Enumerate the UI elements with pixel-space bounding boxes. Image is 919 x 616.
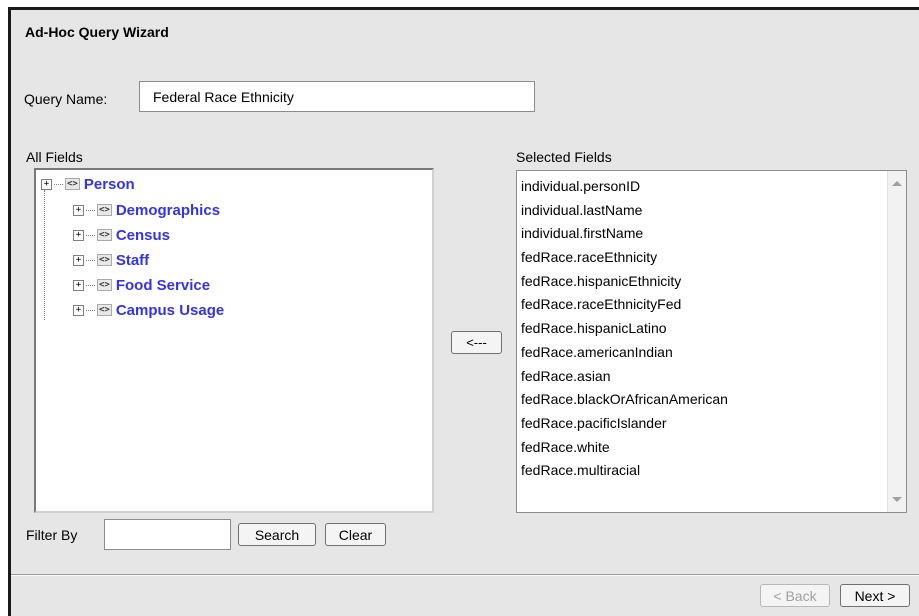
xml-node-icon: <> (97, 204, 112, 216)
tree-node-label[interactable]: Staff (116, 252, 149, 269)
list-item[interactable]: individual.firstName (521, 222, 886, 246)
list-item[interactable]: individual.lastName (521, 199, 886, 223)
list-item[interactable]: fedRace.asian (521, 365, 886, 389)
list-item[interactable]: fedRace.multiracial (521, 459, 886, 483)
list-item[interactable]: fedRace.pacificIslander (521, 412, 886, 436)
remove-field-button[interactable]: <--- (451, 331, 502, 354)
list-item[interactable]: fedRace.hispanicEthnicity (521, 270, 886, 294)
page-title: Ad-Hoc Query Wizard (25, 24, 169, 40)
tree-node-person[interactable]: + <> Person (41, 174, 135, 194)
tree-node-label[interactable]: Food Service (116, 277, 210, 294)
footer-divider (11, 574, 919, 576)
filter-input[interactable] (104, 519, 231, 550)
xml-node-icon: <> (65, 178, 80, 190)
tree-node-census[interactable]: + <> Census (73, 225, 170, 245)
clear-button[interactable]: Clear (325, 523, 386, 546)
tree-node-staff[interactable]: + <> Staff (73, 250, 149, 270)
selected-fields-label: Selected Fields (516, 149, 612, 165)
xml-node-icon: <> (97, 279, 112, 291)
list-item[interactable]: fedRace.raceEthnicityFed (521, 293, 886, 317)
expand-icon[interactable]: + (73, 279, 84, 291)
next-button[interactable]: Next > (840, 584, 910, 607)
scroll-up-icon[interactable] (892, 181, 902, 186)
list-item[interactable]: fedRace.white (521, 436, 886, 460)
expand-icon[interactable]: + (73, 304, 84, 316)
tree-node-food-service[interactable]: + <> Food Service (73, 275, 210, 295)
scroll-down-icon[interactable] (892, 497, 902, 502)
expand-icon[interactable]: + (41, 178, 52, 190)
xml-node-icon: <> (97, 254, 112, 266)
tree-connector (44, 190, 45, 320)
expand-icon[interactable]: + (73, 254, 84, 266)
filter-by-label: Filter By (26, 527, 78, 543)
query-name-input[interactable] (139, 81, 535, 112)
selected-fields-list[interactable]: individual.personID individual.lastName … (516, 170, 907, 513)
expand-icon[interactable]: + (73, 229, 84, 241)
list-item[interactable]: fedRace.raceEthnicity (521, 246, 886, 270)
selected-fields-scrollbar[interactable] (887, 171, 906, 512)
query-name-label: Query Name: (24, 91, 108, 107)
back-button[interactable]: < Back (760, 584, 830, 607)
list-item[interactable]: individual.personID (521, 175, 886, 199)
expand-icon[interactable]: + (73, 204, 84, 216)
all-fields-label: All Fields (26, 149, 83, 165)
list-item[interactable]: fedRace.hispanicLatino (521, 317, 886, 341)
xml-node-icon: <> (97, 304, 112, 316)
tree-node-label[interactable]: Person (84, 176, 135, 193)
search-button[interactable]: Search (238, 523, 316, 546)
list-item[interactable]: fedRace.americanIndian (521, 341, 886, 365)
list-item[interactable]: fedRace.blackOrAfricanAmerican (521, 388, 886, 412)
tree-node-label[interactable]: Census (116, 227, 170, 244)
tree-node-label[interactable]: Campus Usage (116, 302, 224, 319)
tree-node-label[interactable]: Demographics (116, 202, 220, 219)
xml-node-icon: <> (97, 229, 112, 241)
tree-node-demographics[interactable]: + <> Demographics (73, 200, 220, 220)
tree-node-campus-usage[interactable]: + <> Campus Usage (73, 300, 224, 320)
